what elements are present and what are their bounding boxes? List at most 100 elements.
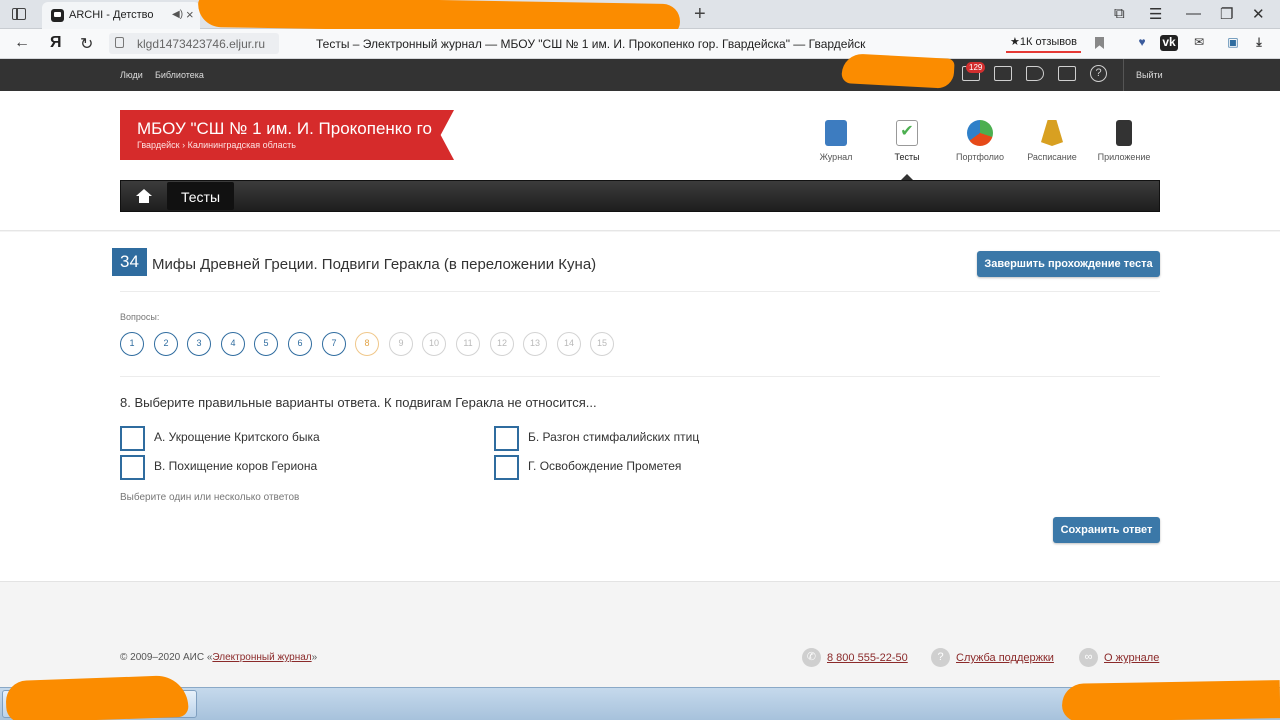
portfolio-pie-icon — [967, 120, 993, 146]
module-label: Журнал — [819, 152, 853, 162]
redaction-mark — [5, 674, 189, 720]
reviews-button[interactable]: ★1К отзывов — [1006, 33, 1081, 53]
messenger-icon[interactable]: ✉ — [1190, 35, 1208, 51]
app-phone-icon — [1116, 120, 1132, 146]
tab-audio-icon[interactable]: ◀) — [172, 9, 183, 20]
answer-option-a[interactable]: А. Укрощение Критского быка — [154, 430, 320, 444]
browser-tab[interactable]: ARCHI - Детство ◀) × — [42, 2, 200, 29]
test-number-badge: 34 — [112, 248, 147, 276]
section-menu: Тесты — [120, 180, 1160, 212]
answer-option-g[interactable]: Г. Освобождение Прометея — [528, 459, 681, 473]
home-button[interactable] — [121, 181, 166, 211]
module-label: Приложение — [1097, 152, 1151, 162]
phone-icon: ✆ — [802, 648, 821, 667]
answer-checkbox-v[interactable] — [120, 455, 145, 480]
answer-checkbox-g[interactable] — [494, 455, 519, 480]
question-nav-item[interactable]: 11 — [456, 332, 480, 356]
school-region: Гвардейск › Калининградская область — [137, 140, 296, 150]
redaction-mark — [1061, 680, 1280, 720]
answer-option-v[interactable]: В. Похищение коров Гериона — [154, 459, 317, 473]
tab-favicon-icon — [51, 9, 64, 22]
pin-window-icon[interactable]: ⧉ — [1114, 5, 1125, 22]
question-circle-icon: ? — [931, 648, 950, 667]
answer-checkbox-b[interactable] — [494, 426, 519, 451]
answer-option-b[interactable]: Б. Разгон стимфалийских птиц — [528, 430, 699, 444]
url-field[interactable]: klgd1473423746.eljur.ru — [109, 33, 279, 54]
yandex-logo-icon[interactable]: Я — [50, 34, 62, 52]
back-icon[interactable]: ← — [14, 34, 30, 52]
redaction-mark — [841, 53, 955, 89]
question-nav-item[interactable]: 6 — [288, 332, 312, 356]
vk-icon[interactable]: vk — [1160, 35, 1178, 51]
people-link[interactable]: Люди — [120, 70, 143, 80]
question-nav-item[interactable]: 3 — [187, 332, 211, 356]
questions-label: Вопросы: — [120, 312, 160, 322]
question-nav-item[interactable]: 15 — [590, 332, 614, 356]
divider — [120, 376, 1160, 377]
question-nav-item[interactable]: 14 — [557, 332, 581, 356]
save-answer-button[interactable]: Сохранить ответ — [1053, 517, 1160, 543]
address-bar: ← Я ↻ klgd1473423746.eljur.ru Тесты – Эл… — [0, 29, 1280, 59]
test-title: Мифы Древней Греции. Подвиги Геракла (в … — [152, 256, 597, 273]
module-journal[interactable]: Журнал — [801, 120, 871, 162]
finish-test-button[interactable]: Завершить прохождение теста — [977, 251, 1160, 277]
tab-close-icon[interactable]: × — [186, 7, 194, 22]
question-nav-item[interactable]: 7 — [322, 332, 346, 356]
school-name: МБОУ "СШ № 1 им. И. Прокопенко гор. Гвар… — [137, 119, 433, 138]
support-link[interactable]: Служба поддержки — [956, 652, 1054, 664]
bookmark-icon[interactable] — [1095, 37, 1104, 49]
window-close-icon[interactable]: ✕ — [1252, 5, 1265, 23]
question-nav-item[interactable]: 9 — [389, 332, 413, 356]
module-portfolio[interactable]: Портфолио — [945, 120, 1015, 162]
heart-extension-icon[interactable]: ♥ — [1133, 35, 1151, 51]
home-icon — [136, 189, 152, 196]
lock-icon — [115, 37, 124, 48]
calendar-icon[interactable] — [994, 66, 1012, 81]
new-tab-button[interactable]: + — [694, 3, 706, 26]
screenshot-extension-icon[interactable]: ▣ — [1224, 35, 1242, 51]
module-app[interactable]: Приложение — [1089, 120, 1159, 162]
copyright: © 2009–2020 АИС «Электронный журнал» — [120, 652, 317, 663]
downloads-icon[interactable]: ⤓ — [1250, 35, 1268, 51]
news-icon[interactable] — [1058, 66, 1076, 81]
library-link[interactable]: Библиотека — [155, 70, 204, 80]
copyright-suffix: » — [311, 652, 318, 663]
logout-link[interactable]: Выйти — [1123, 59, 1163, 91]
reload-icon[interactable]: ↻ — [80, 34, 93, 54]
minimize-icon[interactable]: — — [1186, 5, 1201, 22]
answer-checkbox-a[interactable] — [120, 426, 145, 451]
announcements-icon[interactable] — [1026, 66, 1044, 81]
journal-icon — [825, 120, 847, 146]
module-schedule[interactable]: Расписание — [1017, 120, 1087, 162]
question-text: 8. Выберите правильные варианты ответа. … — [120, 395, 597, 410]
tab-title: ARCHI - Детство — [69, 9, 154, 21]
mail-count-badge: 129 — [966, 62, 986, 73]
restore-icon[interactable]: ❐ — [1220, 5, 1233, 23]
school-banner[interactable]: МБОУ "СШ № 1 им. И. Прокопенко гор. Гвар… — [120, 110, 454, 160]
question-nav-item[interactable]: 12 — [490, 332, 514, 356]
module-label: Портфолио — [956, 152, 1004, 162]
help-icon[interactable]: ? — [1090, 65, 1107, 82]
eljur-link[interactable]: Электронный журнал — [212, 652, 311, 663]
module-tests[interactable]: ✔ Тесты — [872, 120, 942, 162]
question-nav-item[interactable]: 1 — [120, 332, 144, 356]
question-nav-item[interactable]: 13 — [523, 332, 547, 356]
question-nav-item[interactable]: 5 — [254, 332, 278, 356]
menu-item-tests[interactable]: Тесты — [167, 182, 235, 210]
tabs-list-icon[interactable] — [12, 8, 26, 20]
module-label: Тесты — [894, 152, 920, 162]
about-link[interactable]: О журнале — [1104, 652, 1159, 664]
browser-menu-icon[interactable]: ☰ — [1149, 5, 1162, 23]
copyright-prefix: © 2009–2020 АИС « — [120, 652, 213, 663]
question-nav-item[interactable]: 10 — [422, 332, 446, 356]
support-phone-link[interactable]: 8 800 555-22-50 — [827, 652, 908, 664]
url-text: klgd1473423746.eljur.ru — [137, 37, 266, 51]
answer-hint: Выберите один или несколько ответов — [120, 492, 300, 503]
link-icon: ∞ — [1079, 648, 1098, 667]
question-nav-item-current[interactable]: 8 — [355, 332, 379, 356]
tests-checklist-icon: ✔ — [896, 120, 918, 146]
divider — [120, 291, 1160, 292]
question-nav-item[interactable]: 4 — [221, 332, 245, 356]
question-nav-item[interactable]: 2 — [154, 332, 178, 356]
page-title-in-bar: Тесты – Электронный журнал — МБОУ "СШ № … — [316, 37, 866, 51]
